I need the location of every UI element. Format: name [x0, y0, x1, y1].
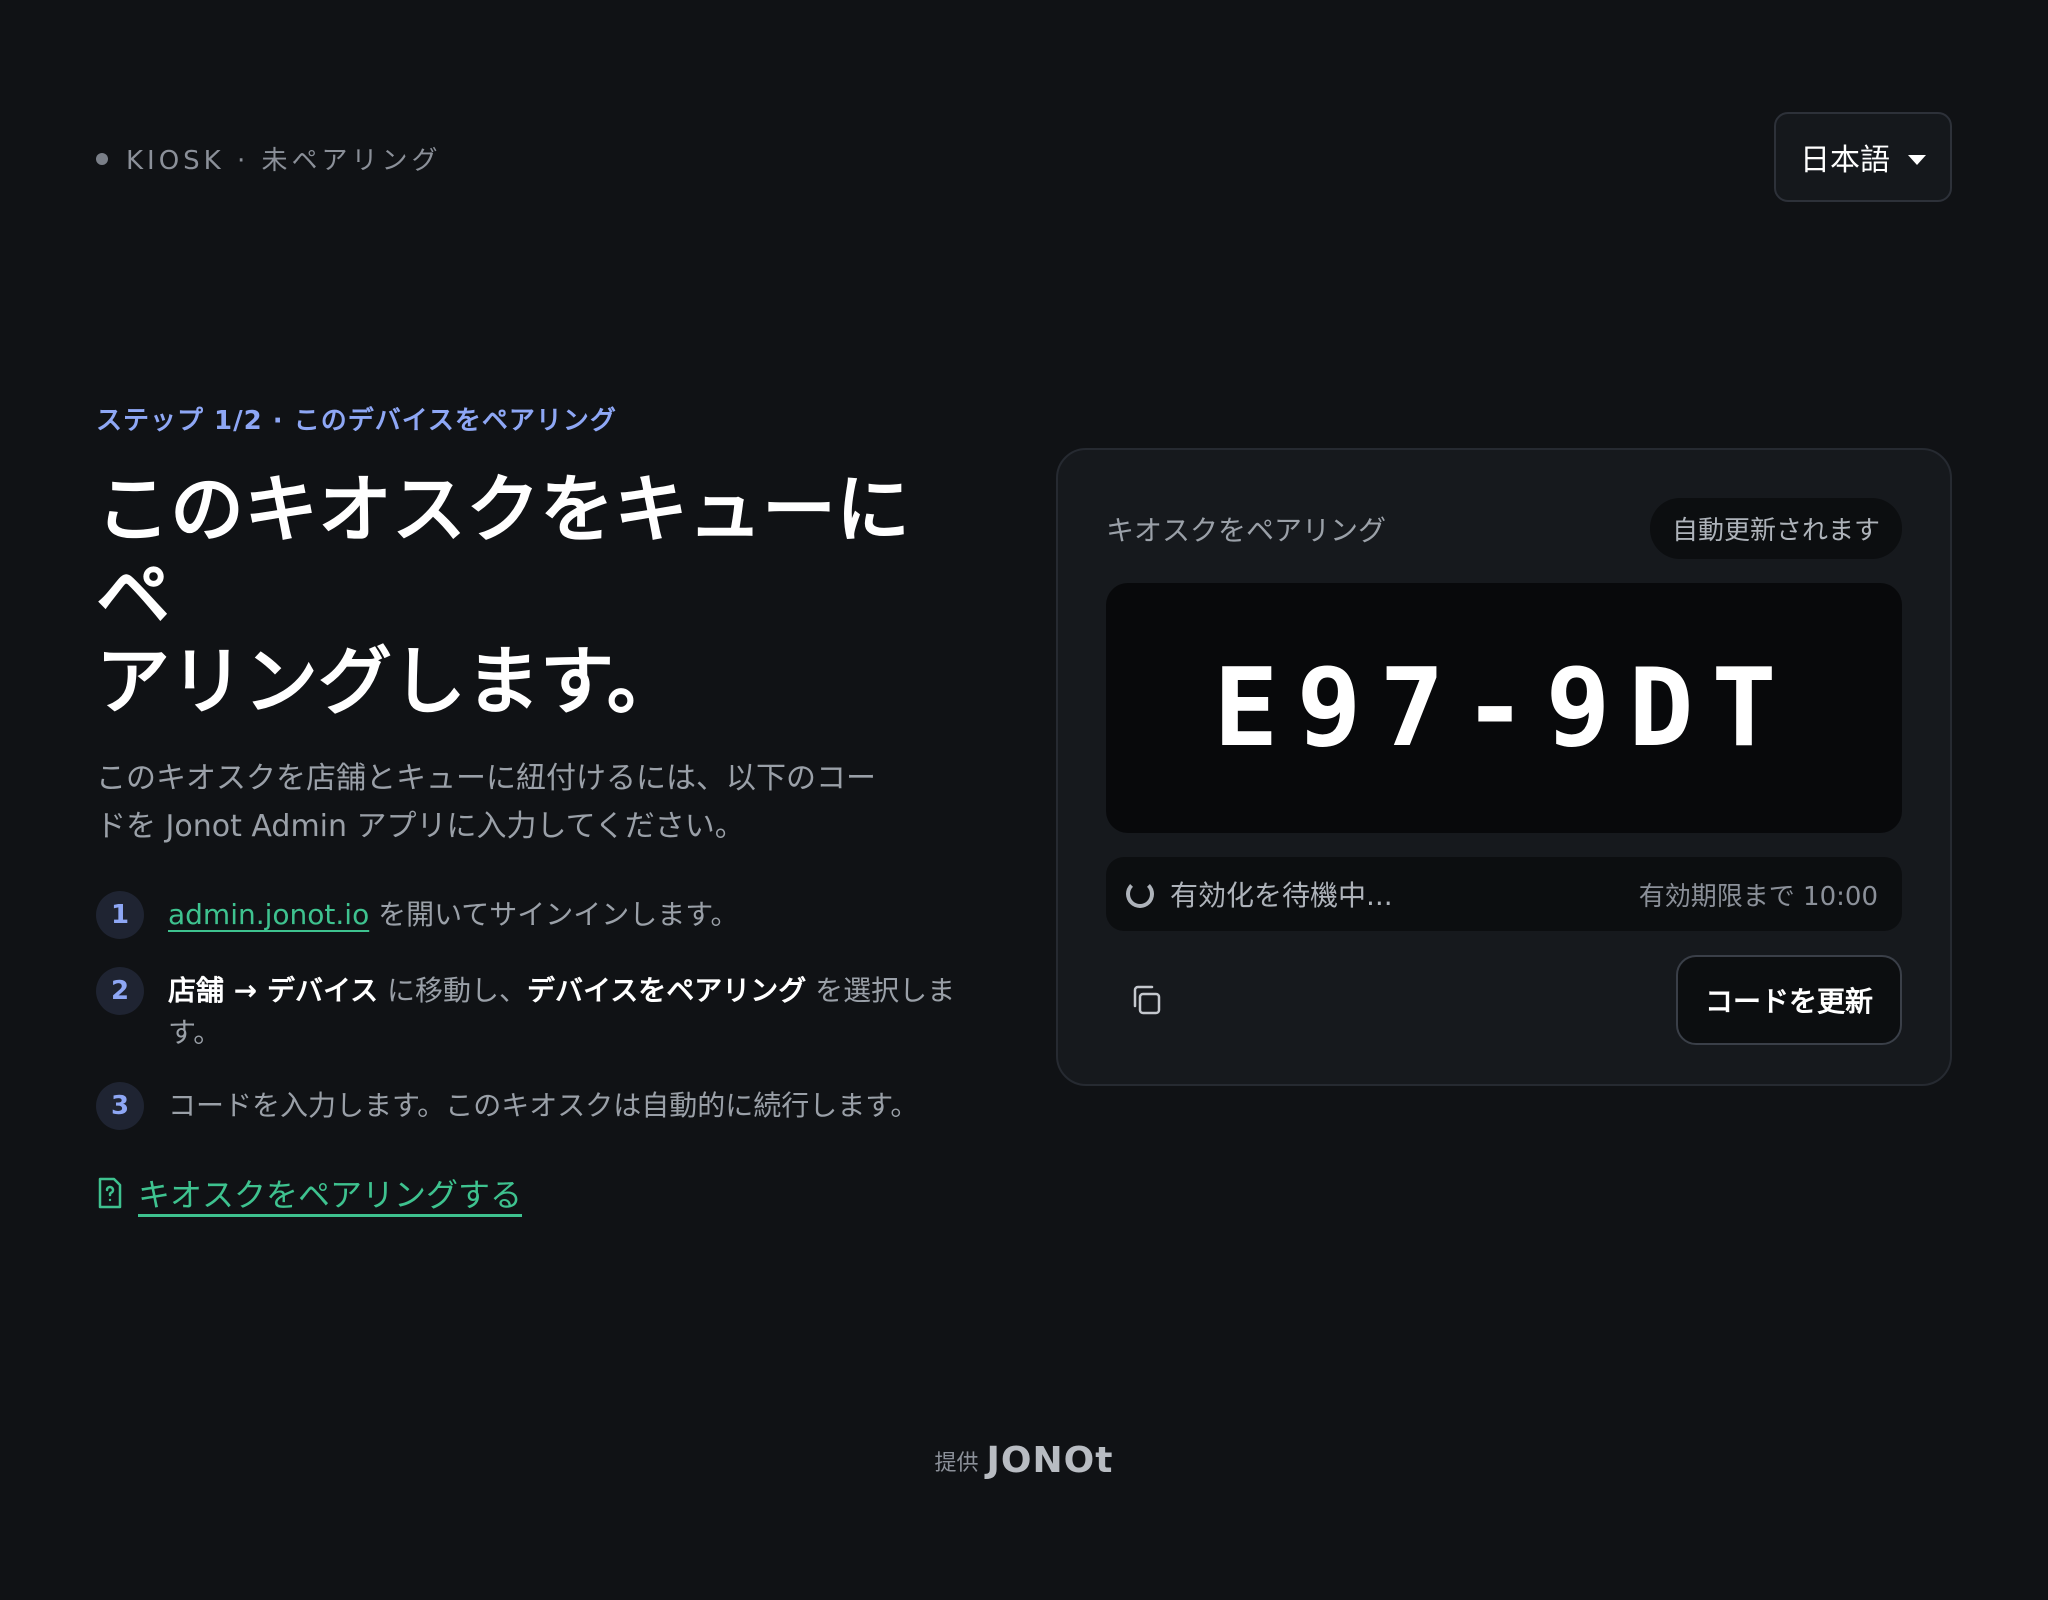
help-document-icon	[98, 1177, 122, 1209]
step-3-text: コードを入力します。このキオスクは自動的に続行します。	[168, 1089, 919, 1122]
pairing-code-box: E97-9DT	[1106, 583, 1902, 833]
footer: 提供 JONOt	[0, 1440, 2048, 1481]
card-title: キオスクをペアリング	[1106, 513, 1387, 547]
card-actions: コードを更新	[1106, 955, 1902, 1045]
pairing-code: E97-9DT	[1213, 645, 1795, 771]
card-header: キオスクをペアリング 自動更新されます	[1106, 498, 1902, 559]
step-number: 2	[96, 967, 144, 1015]
expiry-timer: 有効期限まで 10:00	[1638, 881, 1878, 912]
step-item-3: 3 コードを入力します。このキオスクは自動的に続行します。	[96, 1082, 976, 1130]
step-label: ステップ 1/2 · このデバイスをペアリング	[96, 406, 617, 436]
step-item-2: 2 店舗 → デバイス に移動し、デバイスをペアリング を選択します。	[96, 967, 976, 1054]
step-text: 店舗 → デバイス に移動し、デバイスをペアリング を選択します。	[168, 967, 976, 1054]
headline-line-1: このキオスクをキューにペ	[96, 467, 910, 639]
intro-text: このキオスクを店舗とキューに紐付けるには、以下のコードを Jonot Admin…	[96, 761, 876, 844]
copy-icon	[1133, 985, 1161, 1015]
language-selector[interactable]: 日本語	[1774, 112, 1952, 202]
help-link-label: キオスクをペアリングする	[138, 1176, 523, 1214]
refresh-code-button[interactable]: コードを更新	[1676, 955, 1902, 1045]
waiting-status: 有効化を待機中...	[1126, 874, 1393, 914]
step-text: admin.jonot.io を開いてサインインします。	[168, 891, 738, 936]
headline-line-2: アリングします。	[96, 639, 681, 725]
step-2-text-1: に移動し、	[378, 974, 528, 1007]
caret-down-icon	[1908, 155, 1926, 165]
status-dot-icon	[96, 152, 108, 165]
page-title: このキオスクをキューにペ アリングします。	[96, 467, 976, 725]
waiting-text: 有効化を待機中...	[1170, 879, 1393, 912]
admin-link[interactable]: admin.jonot.io	[168, 898, 369, 931]
pair-kiosk-help-link[interactable]: キオスクをペアリングする	[96, 1170, 976, 1216]
steps-list: 1 admin.jonot.io を開いてサインインします。 2 店舗 → デバ…	[96, 891, 976, 1130]
footer-provided-by: 提供	[934, 1450, 979, 1476]
step-2-bold-action: デバイスをペアリング	[527, 974, 807, 1007]
kiosk-status: KIOSK · 未ペアリング	[96, 140, 442, 177]
step-1-text: を開いてサインインします。	[369, 898, 739, 931]
step-item-1: 1 admin.jonot.io を開いてサインインします。	[96, 891, 976, 939]
step-number: 3	[96, 1082, 144, 1130]
kiosk-pairing-page: KIOSK · 未ペアリング 日本語 ステップ 1/2 · このデバイスをペアリ…	[0, 0, 2048, 1600]
status-text: KIOSK · 未ペアリング	[126, 146, 442, 176]
instructions-panel: ステップ 1/2 · このデバイスをペアリング このキオスクをキューにペ アリン…	[96, 400, 976, 1216]
activation-status-bar: 有効化を待機中... 有効期限まで 10:00	[1106, 857, 1902, 931]
loading-spinner-icon	[1126, 880, 1154, 908]
auto-refresh-badge: 自動更新されます	[1649, 498, 1902, 559]
language-label: 日本語	[1800, 143, 1890, 178]
pairing-card: キオスクをペアリング 自動更新されます E97-9DT 有効化を待機中... 有…	[1056, 448, 1952, 1086]
jonot-logo: JONOt	[986, 1440, 1114, 1481]
step-number: 1	[96, 891, 144, 939]
copy-code-button[interactable]	[1106, 960, 1186, 1040]
step-2-bold-path: 店舗 → デバイス	[168, 974, 379, 1007]
